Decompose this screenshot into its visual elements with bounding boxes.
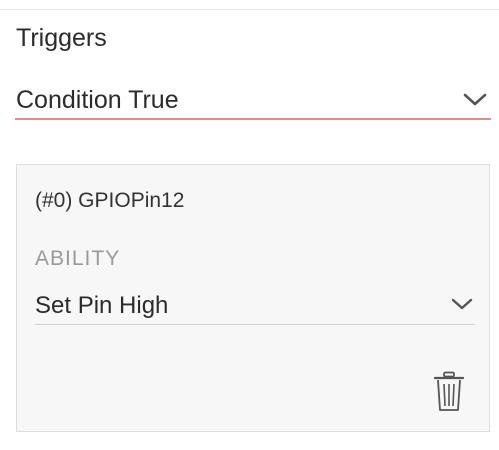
top-divider xyxy=(0,9,499,10)
device-name: (#0) GPIOPin12 xyxy=(35,189,185,212)
chevron-down-icon[interactable] xyxy=(463,93,487,107)
triggers-title: Triggers xyxy=(16,24,107,52)
trash-icon[interactable] xyxy=(433,371,465,413)
trigger-select-value: Condition True xyxy=(16,86,179,114)
ability-select-value: Set Pin High xyxy=(35,292,169,319)
triggers-panel: Triggers Condition True (#0) GPIOPin12 A… xyxy=(0,0,499,450)
chevron-down-icon[interactable] xyxy=(451,298,473,311)
ability-label: ABILITY xyxy=(35,247,121,270)
device-card: (#0) GPIOPin12 ABILITY Set Pin High xyxy=(16,164,490,432)
trigger-select[interactable]: Condition True xyxy=(15,82,491,120)
ability-select[interactable]: Set Pin High xyxy=(35,289,475,325)
ability-select-underline xyxy=(35,324,475,325)
trigger-select-underline xyxy=(15,118,491,120)
